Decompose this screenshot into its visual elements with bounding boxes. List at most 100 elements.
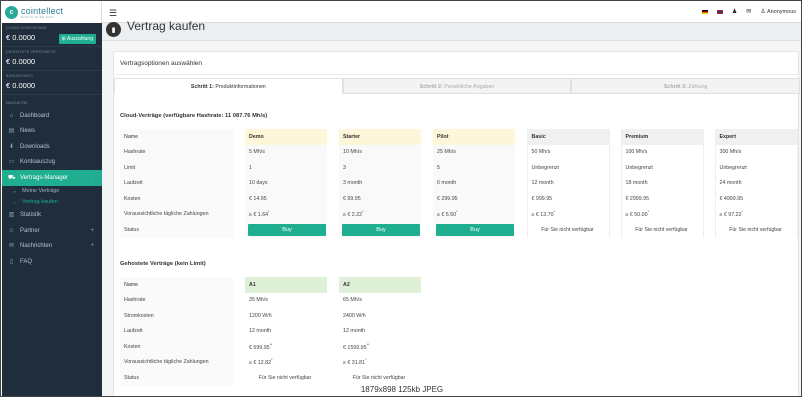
tab-step-3[interactable]: Schritt 3: Zahlung (571, 78, 801, 94)
sidebar-item-statistik[interactable]: ▥ Statistik (2, 208, 102, 224)
screenshot-frame: c cointellect MINING MADE EASY CLOUD-KON… (0, 0, 802, 397)
table-row: Laufzeit 12 month 12 month (120, 323, 421, 339)
column-gap (703, 144, 715, 160)
daily-payout-value: ≥ € 31.81 (343, 360, 366, 367)
collapse-icon[interactable]: − (90, 175, 94, 181)
buy-button[interactable]: Buy (436, 223, 514, 236)
column-gap (703, 129, 715, 145)
column-gap (233, 175, 245, 191)
table-row: Kosten € 599.95** € 1599.95** (120, 339, 421, 355)
table-cell: 12 month (339, 323, 421, 339)
row-label: Status (120, 370, 234, 386)
topbar: ☰ ♟ ✉ ♙ Anonymous (102, 2, 801, 23)
daily-payout-value: ≥ € 13.70 (531, 212, 554, 219)
payout-button[interactable]: ⊞ Auszahlung (58, 34, 96, 44)
table-cell: € 99.95 (339, 191, 421, 207)
notifications-icon[interactable]: ♟ (732, 8, 737, 15)
column-gap (233, 191, 245, 207)
column-gap (609, 129, 621, 145)
english-flag-icon[interactable] (716, 9, 723, 14)
column-gap (233, 323, 245, 339)
column-gap (233, 292, 245, 308)
home-icon: ⌂ (9, 112, 14, 119)
sidebar-item-label: Statistik (20, 212, 42, 219)
column-gap (703, 206, 715, 222)
book-icon: ▯ (9, 258, 14, 265)
hosted-contracts-table: Name A1 A2 Hashrate 35 Mh/s 65 Mh/s Stromkoste… (120, 277, 422, 386)
sidebar-item-faq[interactable]: ▯ FAQ (2, 254, 102, 270)
tab-step-1[interactable]: Schritt 1: Produktinformationen (114, 78, 343, 94)
table-cell: 3 month (339, 175, 421, 191)
table-cell: 1 (245, 160, 327, 176)
sidebar-subitem-meine-vertr-ge[interactable]: ▪ Meine Verträge (2, 186, 102, 197)
expand-icon[interactable]: + (90, 243, 94, 249)
footnote-marker: * (741, 210, 743, 215)
sidebar-item-vertrags-manager[interactable]: ⛟ Vertrags-Manager − (2, 170, 102, 186)
expand-icon[interactable]: + (90, 228, 94, 234)
row-label: Name (120, 277, 234, 293)
table-cell: ≥ € 13.70* (526, 206, 610, 222)
buy-button[interactable]: Buy (342, 223, 420, 236)
column-gap (421, 129, 433, 145)
user-menu[interactable]: ♙ Anonymous (760, 8, 796, 15)
sidebar-item-dashboard[interactable]: ⌂ Dashboard (2, 108, 102, 124)
table-cell: 12 month (526, 175, 610, 191)
column-gap (327, 175, 339, 191)
column-gap (327, 222, 339, 238)
table-cell: ≥ € 1.64* (245, 206, 327, 222)
column-gap (421, 206, 433, 222)
table-row: Voraussichtliche tägliche Zahlungen ≥ € 1… (120, 206, 798, 222)
column-gap (609, 144, 621, 160)
table-cell: 3 (339, 160, 421, 176)
cloud-balance: CLOUD-KONTOSTAND € 0.0000 ⊞ Auszahlung (2, 23, 102, 47)
sidebar-item-kontoauszug[interactable]: ▭ Kontoauszug (2, 155, 102, 171)
column-gap (515, 160, 527, 176)
messages-icon[interactable]: ✉ (746, 8, 751, 15)
buy-button[interactable]: Buy (248, 223, 326, 236)
column-gap (515, 175, 527, 191)
cloud-contracts-table: Name Demo Starter Pilot Basic Premium Expert Ha… (120, 129, 798, 238)
table-cell: 35 Mh/s (245, 292, 327, 308)
cloud-balance-label: CLOUD-KONTOSTAND (6, 26, 47, 30)
sidebar-item-news[interactable]: ▤ News (2, 124, 102, 140)
column-gap (233, 277, 245, 293)
menu-toggle-icon[interactable]: ☰ (109, 8, 117, 19)
logo[interactable]: c cointellect MINING MADE EASY (2, 2, 102, 23)
column-gap (515, 191, 527, 207)
column-gap (609, 206, 621, 222)
footnote-marker: * (268, 210, 270, 215)
footnote-marker: * (271, 358, 273, 363)
sidebar-item-downloads[interactable]: ⬇ Downloads (2, 139, 102, 155)
table-cell: ≥ € 2.22* (339, 206, 421, 222)
column-gap (421, 144, 433, 160)
daily-payout-value: ≥ € 1.64 (249, 212, 269, 219)
plan-name: Expert (714, 129, 798, 145)
sidebar-item-partner[interactable]: ☺ Partner + (2, 223, 102, 239)
step-tabs: Schritt 1: Produktinformationen Schritt … (114, 78, 801, 94)
bonus-balance-value: € 0.0000 (6, 81, 36, 90)
footnote-marker: * (365, 358, 367, 363)
column-gap (233, 206, 245, 222)
table-cell: 50 Mh/s (526, 144, 610, 160)
table-cell: € 299.95 (433, 191, 515, 207)
sidebar-item-nachrichten[interactable]: ✉ Nachrichten + (2, 239, 102, 255)
sidebar-subitem-vertrag-kaufen[interactable]: ▪ Vertrag kaufen (2, 197, 102, 208)
table-cell: € 999.95 (526, 191, 610, 207)
column-gap (327, 277, 339, 293)
bonus-balance: BONUSKONTO € 0.0000 (2, 71, 102, 95)
tab-step-2[interactable]: Schritt 2: Persönliche Angaben (342, 78, 572, 94)
column-gap (703, 160, 715, 176)
table-cell: 5 (433, 160, 515, 176)
table-cell: ≥ € 31.81* (339, 354, 421, 370)
sidebar-item-label: News (20, 128, 36, 135)
table-cell: € 4999.95 (714, 191, 798, 207)
table-cell: 25 Mh/s (433, 144, 515, 160)
column-gap (421, 175, 433, 191)
main-content: Vertragsoptionen auswählen Schritt 1: Pr… (102, 41, 801, 396)
plan-name: Starter (339, 129, 421, 145)
german-flag-icon[interactable] (701, 9, 708, 14)
column-gap (421, 222, 433, 238)
sidebar-item-label: Downloads (20, 143, 50, 150)
daily-payout-value: ≥ € 5.50 (437, 212, 457, 219)
table-cell: 6 month (433, 175, 515, 191)
